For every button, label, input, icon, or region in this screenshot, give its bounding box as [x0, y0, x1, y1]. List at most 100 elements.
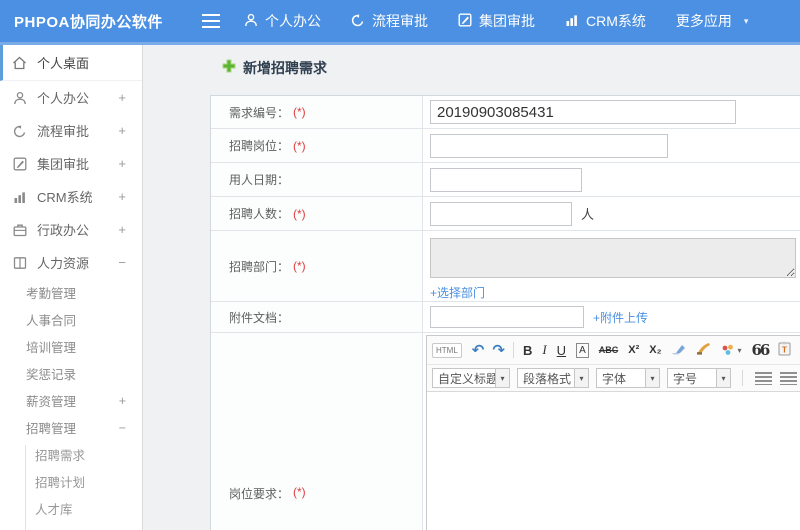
required-mark: (*)	[293, 206, 306, 221]
form-row-position: 招聘岗位： (*)	[211, 129, 800, 163]
sidebar-item-training[interactable]: 培训管理	[0, 333, 142, 360]
sidebar-item-hr-contract[interactable]: 人事合同	[0, 306, 142, 333]
field-label: 招聘人数： (*)	[211, 197, 423, 230]
subsub-item-label: 招聘需求	[35, 449, 86, 463]
collapse-icon[interactable]: −	[118, 255, 126, 270]
blockquote-button[interactable]: 66	[751, 341, 770, 359]
sidebar: 个人桌面 个人办公 + 流程审批 + 集团审批 + CRM系统 + 行政办公 +	[0, 45, 143, 530]
editor-toolbar-row2: 自定义标题 ▾ 段落格式 ▾ 字体 ▾ 字号 ▾	[427, 365, 800, 392]
html-source-button[interactable]: HTML	[432, 342, 462, 358]
field-label: 招聘部门： (*)	[211, 231, 423, 301]
home-icon	[12, 55, 27, 70]
bold-button[interactable]: B	[523, 343, 532, 358]
field-label: 需求编号： (*)	[211, 96, 423, 128]
position-input[interactable]	[430, 133, 668, 158]
sidebar-item-rewards[interactable]: 奖惩记录	[0, 360, 142, 387]
expand-icon[interactable]: +	[118, 189, 126, 204]
nav-more-apps[interactable]: 更多应用 ▾	[676, 11, 749, 31]
font-family-select[interactable]: 字体 ▾	[596, 368, 660, 388]
sidebar-item-label: 人力资源	[37, 256, 90, 271]
expand-icon[interactable]: +	[118, 90, 126, 105]
caret-down-icon: ▾	[645, 369, 659, 387]
sidebar-item-personal-office[interactable]: 个人办公 +	[0, 81, 142, 114]
nav-personal-office[interactable]: 个人办公	[244, 11, 321, 31]
sidebar-item-salary[interactable]: 薪资管理 +	[0, 387, 142, 414]
align-center-icon[interactable]	[780, 371, 797, 385]
brush-icon[interactable]	[696, 342, 711, 358]
strikethrough-button[interactable]: ABC	[599, 345, 619, 355]
sidebar-item-hr[interactable]: 人力资源 −	[0, 246, 142, 279]
upload-attachment-link[interactable]: +附件上传	[593, 309, 648, 326]
paragraph-format-select[interactable]: 段落格式 ▾	[517, 368, 589, 388]
editor-content-area[interactable]	[427, 392, 800, 530]
headcount-input[interactable]	[430, 201, 572, 226]
sidebar-item-recruit-mgmt[interactable]: 招聘管理 −	[0, 414, 142, 441]
eraser-icon[interactable]	[671, 343, 686, 358]
svg-text:T: T	[782, 346, 787, 355]
required-mark: (*)	[293, 138, 306, 153]
sidebar-item-label: 个人桌面	[37, 56, 90, 71]
sub-item-label: 招聘管理	[26, 422, 77, 436]
sidebar-item-recruit-demand[interactable]: 招聘需求	[0, 441, 142, 468]
expand-icon[interactable]: +	[118, 222, 126, 237]
form-row-department: 招聘部门： (*) +选择部门	[211, 231, 800, 302]
italic-button[interactable]: I	[542, 342, 546, 358]
paste-icon[interactable]: T	[778, 341, 791, 359]
underline-button[interactable]: U	[557, 343, 566, 358]
sidebar-item-admin-office[interactable]: 行政办公 +	[0, 213, 142, 246]
select-department-link[interactable]: +选择部门	[430, 284, 485, 301]
sub-item-label: 培训管理	[26, 341, 77, 355]
sidebar-item-label: 集团审批	[37, 157, 90, 172]
flow-icon	[351, 13, 372, 30]
caret-down-icon: ▾	[737, 345, 742, 355]
sidebar-item-attendance[interactable]: 考勤管理	[0, 279, 142, 306]
department-textarea[interactable]	[430, 238, 796, 278]
attachment-input[interactable]	[430, 306, 584, 328]
font-size-select[interactable]: 字号 ▾	[667, 368, 731, 388]
field-label: 用人日期：	[211, 163, 423, 196]
nav-crm-system[interactable]: CRM系统	[565, 11, 646, 31]
caret-down-icon: ▾	[743, 15, 749, 26]
sidebar-item-label: 行政办公	[37, 223, 90, 238]
expand-icon[interactable]: +	[119, 394, 126, 408]
sidebar-item-crm[interactable]: CRM系统 +	[0, 180, 142, 213]
undo-icon[interactable]: ↶	[472, 341, 485, 359]
rich-text-editor: HTML ↶ ↷ B I U A ABC X² X₂ ▾ 66 T 自定义标题 …	[426, 335, 800, 530]
nav-label: 流程审批	[372, 13, 428, 29]
sidebar-item-desktop[interactable]: 个人桌面	[0, 45, 142, 81]
sidebar-item-talent-pool[interactable]: 人才库	[0, 495, 142, 522]
required-mark: (*)	[293, 485, 306, 499]
align-left-icon[interactable]	[755, 371, 772, 385]
demand-no-input[interactable]	[430, 100, 736, 124]
nav-group-approval[interactable]: 集团审批	[458, 11, 535, 31]
sidebar-item-workflow[interactable]: 流程审批 +	[0, 114, 142, 147]
nav-workflow-approval[interactable]: 流程审批	[351, 11, 428, 31]
subscript-button[interactable]: X₂	[649, 344, 661, 356]
expand-icon[interactable]: +	[118, 156, 126, 171]
tree-indent-line	[25, 445, 26, 530]
form-row-headcount: 招聘人数： (*) 人	[211, 197, 800, 231]
page-title: 新增招聘需求	[222, 58, 327, 78]
field-label: 附件文档：	[211, 302, 423, 332]
hire-date-input[interactable]	[430, 167, 582, 192]
form-row-job-requirements: 岗位要求： (*) HTML ↶ ↷ B I U A ABC X² X₂ ▾ 6…	[211, 333, 800, 530]
redo-icon[interactable]: ↷	[492, 341, 505, 359]
custom-heading-select[interactable]: 自定义标题 ▾	[432, 368, 510, 388]
sidebar-item-group-approval[interactable]: 集团审批 +	[0, 147, 142, 180]
palette-icon[interactable]: ▾	[721, 344, 741, 356]
sub-item-label: 人事合同	[26, 314, 77, 328]
recruit-demand-form: 需求编号：(*) 招聘岗位：(*) 用人日期： 招聘人数：(*) 人 招聘部门：…	[210, 95, 800, 530]
collapse-icon[interactable]: −	[119, 421, 126, 435]
edit-icon	[458, 13, 479, 30]
edit-icon	[12, 156, 27, 171]
background-color-button[interactable]: A	[576, 342, 589, 358]
expand-icon[interactable]: +	[118, 123, 126, 138]
briefcase-icon	[12, 222, 27, 237]
sidebar-item-recruit-plan[interactable]: 招聘计划	[0, 468, 142, 495]
caret-down-icon: ▾	[716, 369, 730, 387]
form-row-hire-date: 用人日期：	[211, 163, 800, 197]
top-navigation: 个人办公 流程审批 集团审批 CRM系统 更多应用 ▾	[244, 0, 778, 42]
toolbar-separator	[742, 370, 743, 386]
superscript-button[interactable]: X²	[628, 344, 639, 356]
hamburger-menu-icon[interactable]	[202, 14, 222, 29]
